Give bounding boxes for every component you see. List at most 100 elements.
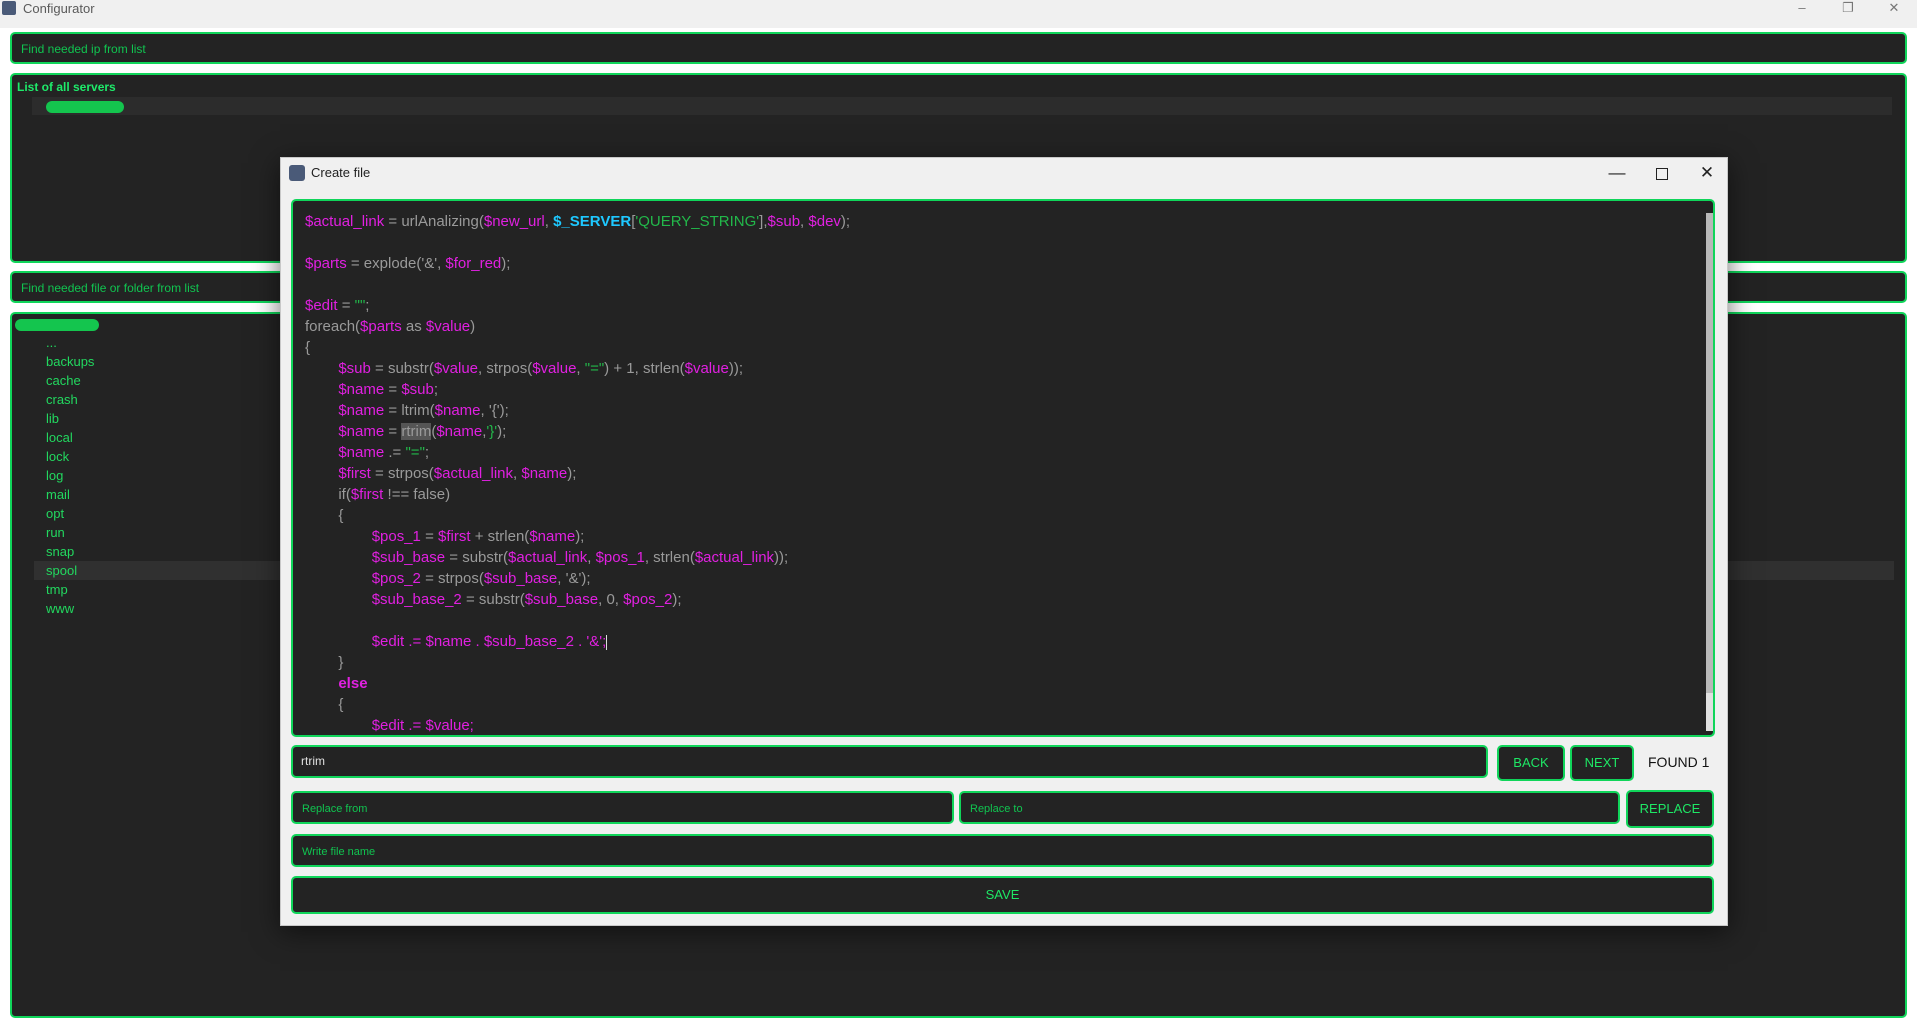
- scrollbar-thumb[interactable]: [1706, 693, 1713, 731]
- code-token: =: [384, 381, 402, 398]
- code-token: $_SERVER: [553, 213, 632, 230]
- code-token: );: [575, 528, 585, 545]
- code-token: $edit .= $name . $sub_base_2 . '&';: [371, 633, 607, 650]
- code-token: $actual_link: [305, 213, 385, 230]
- code-line[interactable]: $name = $sub;: [305, 379, 850, 400]
- code-token: $edit .= $value;: [371, 717, 474, 734]
- code-token: $pos_2: [371, 570, 421, 587]
- code-token: {: [305, 339, 311, 356]
- code-token: $sub_base: [524, 591, 599, 608]
- code-token: ) + 1, strlen(: [604, 360, 685, 377]
- code-token: if(: [305, 486, 351, 503]
- code-token: ));: [774, 549, 789, 566]
- code-token: $actual_link: [508, 549, 588, 566]
- server-list-item[interactable]: [32, 97, 1892, 115]
- code-line[interactable]: [305, 610, 850, 631]
- code-line[interactable]: {: [305, 694, 850, 715]
- next-button[interactable]: NEXT: [1570, 745, 1634, 781]
- code-token: ],: [759, 213, 768, 230]
- code-line[interactable]: $edit .= $value;: [305, 715, 850, 735]
- code-token: $first: [338, 465, 371, 482]
- replace-from-placeholder: Replace from: [302, 803, 368, 815]
- code-line[interactable]: if($first !== false): [305, 484, 850, 505]
- code-line[interactable]: [305, 274, 850, 295]
- dialog-maximize-button[interactable]: [1645, 162, 1679, 184]
- restore-button[interactable]: ❐: [1828, 0, 1868, 18]
- code-token: $pos_2: [623, 591, 673, 608]
- code-token: = ltrim(: [384, 402, 435, 419]
- editor-scrollbar[interactable]: [1704, 209, 1713, 731]
- ip-search-input[interactable]: Find needed ip from list: [10, 32, 1907, 64]
- code-line[interactable]: $sub_base_2 = substr($sub_base, 0, $pos_…: [305, 589, 850, 610]
- code-line[interactable]: $pos_2 = strpos($sub_base, '&');: [305, 568, 850, 589]
- code-line[interactable]: [305, 232, 850, 253]
- code-line[interactable]: $name = ltrim($name, '{');: [305, 400, 850, 421]
- code-line[interactable]: $edit = "";: [305, 295, 850, 316]
- code-token: + strlen(: [470, 528, 530, 545]
- scrollbar-track[interactable]: [1706, 213, 1713, 695]
- code-editor[interactable]: $actual_link = urlAnalizing($new_url, $_…: [291, 199, 1715, 737]
- minimize-button[interactable]: –: [1782, 0, 1822, 18]
- code-line[interactable]: {: [305, 337, 850, 358]
- code-token: "=": [584, 360, 605, 377]
- redacted-ip: [46, 101, 124, 113]
- code-line[interactable]: $parts = explode('&', $for_red);: [305, 253, 850, 274]
- code-line[interactable]: }: [305, 652, 850, 673]
- find-input[interactable]: rtrim: [291, 745, 1488, 778]
- ip-search-placeholder: Find needed ip from list: [21, 42, 146, 56]
- code-line[interactable]: foreach($parts as $value): [305, 316, 850, 337]
- code-line[interactable]: $sub = substr($value, strpos($value, "="…: [305, 358, 850, 379]
- replace-button[interactable]: REPLACE: [1626, 790, 1714, 828]
- code-token: $first: [438, 528, 471, 545]
- file-name-input[interactable]: Write file name: [291, 834, 1714, 867]
- code-line[interactable]: $name = rtrim($name,'}');: [305, 421, 850, 442]
- code-token: );: [567, 465, 577, 482]
- code-token: $name: [521, 465, 568, 482]
- code-token: = substr(: [445, 549, 509, 566]
- replace-to-input[interactable]: Replace to: [959, 791, 1620, 824]
- code-token: = substr(: [461, 591, 525, 608]
- code-token: $name: [529, 528, 576, 545]
- back-button[interactable]: BACK: [1497, 745, 1565, 781]
- code-line[interactable]: $first = strpos($actual_link, $name);: [305, 463, 850, 484]
- code-token: , '{');: [480, 402, 509, 419]
- code-token: "": [354, 297, 366, 314]
- code-line[interactable]: $pos_1 = $first + strlen($name);: [305, 526, 850, 547]
- code-content[interactable]: $actual_link = urlAnalizing($new_url, $_…: [305, 211, 850, 735]
- code-token: $name: [338, 402, 385, 419]
- code-token: ;: [433, 381, 439, 398]
- create-file-dialog: Create file — ✕ $actual_link = urlAnaliz…: [280, 157, 1728, 926]
- code-token: $edit: [305, 297, 338, 314]
- code-token: as: [401, 318, 426, 335]
- code-token: $parts: [360, 318, 402, 335]
- code-token: $name: [338, 423, 385, 440]
- code-token: $actual_link: [694, 549, 775, 566]
- dialog-minimize-button[interactable]: —: [1600, 162, 1634, 184]
- code-line[interactable]: {: [305, 505, 850, 526]
- dialog-close-button[interactable]: ✕: [1690, 162, 1724, 184]
- code-token: ,: [544, 213, 554, 230]
- code-token: $new_url: [483, 213, 545, 230]
- code-token: , strpos(: [478, 360, 533, 377]
- code-line[interactable]: $sub_base = substr($actual_link, $pos_1,…: [305, 547, 850, 568]
- file-search-placeholder: Find needed file or folder from list: [21, 281, 200, 295]
- code-line[interactable]: $edit .= $name . $sub_base_2 . '&';: [305, 631, 850, 652]
- code-line[interactable]: $name .= "=";: [305, 442, 850, 463]
- code-token: else: [338, 675, 368, 692]
- code-token: ): [470, 318, 476, 335]
- replace-from-input[interactable]: Replace from: [291, 791, 954, 824]
- code-token: }: [305, 654, 344, 671]
- code-token: ,: [576, 360, 585, 377]
- save-button[interactable]: SAVE: [291, 876, 1714, 914]
- code-line[interactable]: else: [305, 673, 850, 694]
- code-token: = substr(: [370, 360, 434, 377]
- code-line[interactable]: $actual_link = urlAnalizing($new_url, $_…: [305, 211, 850, 232]
- code-token: ;: [365, 297, 370, 314]
- close-button[interactable]: ✕: [1874, 0, 1914, 18]
